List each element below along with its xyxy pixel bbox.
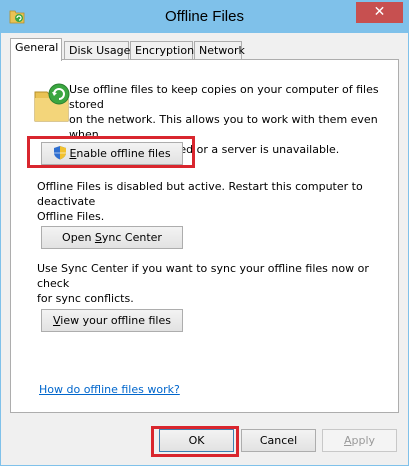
button-label: Open: [62, 231, 95, 244]
sync-description: Use Sync Center if you want to sync your…: [37, 261, 397, 306]
access-key: A: [343, 434, 352, 447]
open-sync-center-button[interactable]: Open Sync Center: [41, 226, 183, 249]
button-label: pply: [351, 434, 376, 447]
view-offline-files-button[interactable]: View your offline files: [41, 309, 183, 332]
intro-line: Use offline files to keep copies on your…: [69, 83, 379, 111]
tab-label: Disk Usage: [69, 44, 131, 57]
status-line: Offline Files is disabled but active. Re…: [37, 180, 363, 208]
access-key: S: [94, 231, 102, 244]
status-text: Offline Files is disabled but active. Re…: [37, 179, 397, 224]
button-label: OK: [188, 434, 205, 447]
enable-offline-files-button[interactable]: Enable offline files: [41, 142, 183, 165]
close-button[interactable]: ✕: [356, 2, 403, 23]
general-tab-panel: Use offline files to keep copies on your…: [10, 59, 399, 413]
apply-button[interactable]: Apply: [322, 429, 397, 452]
button-label: nable offline files: [76, 147, 171, 160]
tab-label: Encryption: [135, 44, 195, 57]
cancel-button[interactable]: Cancel: [241, 429, 316, 452]
sync-line: Use Sync Center if you want to sync your…: [37, 262, 369, 290]
tab-label: Network: [199, 44, 245, 57]
window-title: Offline Files: [165, 8, 244, 25]
title-bar[interactable]: Offline Files ✕: [1, 1, 408, 33]
tab-general[interactable]: General: [10, 38, 62, 61]
status-line: Offline Files.: [37, 210, 105, 223]
button-label: ync Center: [101, 231, 162, 244]
help-link[interactable]: How do offline files work?: [39, 383, 180, 396]
button-label: Cancel: [259, 434, 298, 447]
sync-folder-icon: [34, 83, 70, 122]
tab-label: General: [15, 41, 59, 54]
tab-disk-usage[interactable]: Disk Usage: [64, 41, 131, 60]
ok-button[interactable]: OK: [159, 429, 234, 452]
tab-encryption[interactable]: Encryption: [130, 41, 195, 60]
button-label: iew your offline files: [60, 314, 171, 327]
close-icon: ✕: [373, 4, 386, 20]
uac-shield-icon: [54, 146, 67, 160]
offline-files-dialog: Offline Files ✕ General Disk Usage Encry…: [0, 0, 409, 466]
tab-network[interactable]: Network: [194, 41, 245, 60]
sync-line: for sync conflicts.: [37, 292, 134, 305]
